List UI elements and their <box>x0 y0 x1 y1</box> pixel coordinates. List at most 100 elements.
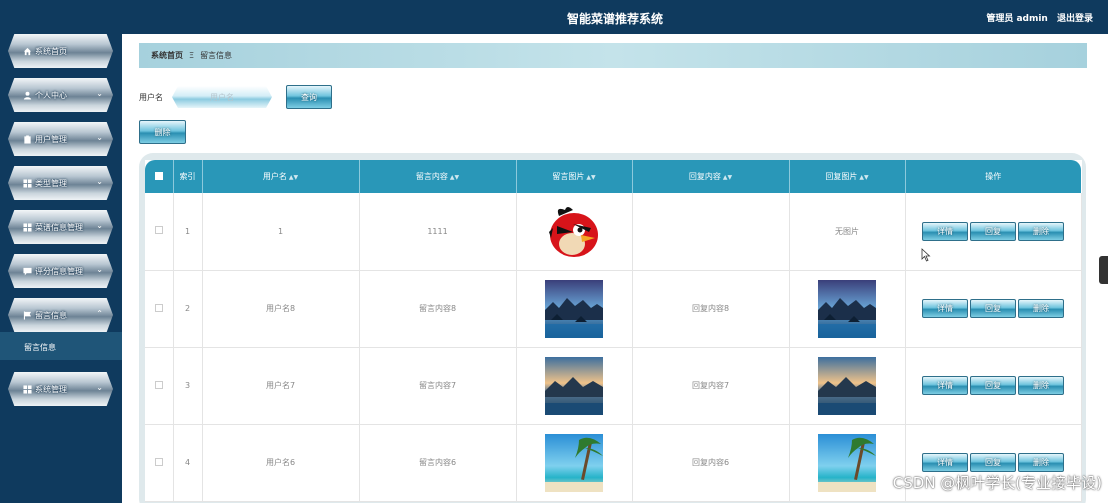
sidebar-item-home[interactable]: 系统首页 <box>8 34 113 68</box>
angry-bird-image[interactable] <box>545 202 603 261</box>
reply-cell: 回复内容8 <box>632 270 790 348</box>
sidebar-item-users[interactable]: 用户管理 ⌄ <box>8 122 113 156</box>
reply-cell: 回复内容6 <box>632 424 790 502</box>
column-header-index: 索引 <box>173 160 203 193</box>
chevron-down-icon: ⌄ <box>96 133 103 142</box>
username-cell: 1 <box>202 193 360 271</box>
reply-image-cell <box>789 270 906 348</box>
lake-image[interactable] <box>545 279 603 338</box>
row-checkbox[interactable] <box>154 457 163 466</box>
index-cell: 3 <box>173 347 203 425</box>
sort-icon[interactable]: ▲▼ <box>723 174 732 181</box>
index-cell: 4 <box>173 424 203 502</box>
batch-delete-button[interactable]: 删除 <box>139 120 186 144</box>
sunset-image[interactable] <box>545 356 603 415</box>
sort-icon[interactable]: ▲▼ <box>450 174 459 181</box>
side-panel-toggle[interactable] <box>1099 256 1108 284</box>
row-checkbox[interactable] <box>154 380 163 389</box>
reply-button[interactable]: 回复 <box>970 453 1016 472</box>
reply-button[interactable]: 回复 <box>970 221 1016 241</box>
table-row: 2 用户名8 留言内容8 回复内容8 详情 回复 删除 <box>145 270 1082 348</box>
chevron-down-icon: ⌄ <box>96 221 103 230</box>
column-header-content[interactable]: 留言内容 ▲▼ <box>359 160 517 193</box>
table-row: 3 用户名7 留言内容7 回复内容7 详情 回复 删除 <box>145 347 1082 425</box>
flag-icon <box>22 310 32 320</box>
sidebar-item-label: 类型管理 <box>35 178 67 188</box>
column-header-image[interactable]: 留言图片 ▲▼ <box>516 160 633 193</box>
select-all-cell <box>145 160 174 193</box>
row-checkbox[interactable] <box>154 226 163 235</box>
detail-button[interactable]: 详情 <box>922 221 968 241</box>
column-header-label: 回复内容 <box>688 172 721 181</box>
sidebar-item-profile[interactable]: 个人中心 ⌄ <box>8 78 113 112</box>
sidebar-subitem-messages[interactable]: 留言信息 <box>0 332 122 360</box>
sidebar-item-label: 用户管理 <box>35 134 67 144</box>
grid-icon <box>22 384 32 394</box>
breadcrumb-home[interactable]: 系统首页 <box>151 50 183 61</box>
top-header: 智能菜谱推荐系统 管理员 admin 退出登录 <box>122 0 1108 34</box>
search-label: 用户名 <box>139 93 163 102</box>
sidebar-item-recipes[interactable]: 菜谱信息管理 ⌄ <box>8 210 113 244</box>
sidebar-item-ratings[interactable]: 评分信息管理 ⌄ <box>8 254 113 288</box>
sunset-image[interactable] <box>818 356 876 415</box>
username-cell: 用户名8 <box>202 270 360 348</box>
logout-link[interactable]: 退出登录 <box>1057 14 1093 24</box>
detail-button[interactable]: 详情 <box>922 453 968 472</box>
row-checkbox[interactable] <box>154 303 163 312</box>
breadcrumb: 系统首页 Ξ 留言信息 <box>139 43 1087 68</box>
sort-icon[interactable]: ▲▼ <box>289 174 298 181</box>
sidebar-item-system[interactable]: 系统管理 ⌄ <box>8 372 113 406</box>
table-row: 1 1 1111 无图片 详情 回复 删除 <box>145 193 1082 271</box>
select-all-checkbox[interactable] <box>154 171 163 180</box>
actions-cell: 详情 回复 删除 <box>905 270 1082 348</box>
delete-button[interactable]: 删除 <box>1018 299 1064 318</box>
column-header-username[interactable]: 用户名 ▲▼ <box>202 160 360 193</box>
detail-button[interactable]: 详情 <box>922 299 968 318</box>
row-checkbox-cell <box>145 347 174 425</box>
sort-icon[interactable]: ▲▼ <box>586 174 595 181</box>
reply-image-cell <box>789 347 906 425</box>
delete-button[interactable]: 删除 <box>1018 221 1064 241</box>
column-header-label: 留言内容 <box>415 172 448 181</box>
row-checkbox-cell <box>145 270 174 348</box>
sidebar-item-label: 系统管理 <box>35 384 67 394</box>
actions-cell: 详情 回复 删除 <box>905 347 1082 425</box>
image-cell <box>516 347 633 425</box>
sidebar-item-label: 评分信息管理 <box>35 266 83 276</box>
column-header-label: 回复图片 <box>825 172 858 181</box>
index-cell: 2 <box>173 270 203 348</box>
reply-button[interactable]: 回复 <box>970 376 1016 395</box>
sidebar-item-types[interactable]: 类型管理 ⌄ <box>8 166 113 200</box>
query-button[interactable]: 查询 <box>286 85 332 109</box>
sidebar-item-label: 个人中心 <box>35 90 67 100</box>
reply-button[interactable]: 回复 <box>970 299 1016 318</box>
chevron-down-icon: ⌄ <box>96 177 103 186</box>
breadcrumb-current: 留言信息 <box>200 51 233 60</box>
username-cell: 用户名7 <box>202 347 360 425</box>
content-cell: 留言内容8 <box>359 270 517 348</box>
beach-image[interactable] <box>545 433 603 492</box>
user-name: 管理员 admin <box>986 14 1048 24</box>
delete-button[interactable]: 删除 <box>1018 453 1064 472</box>
sort-icon[interactable]: ▲▼ <box>859 174 868 181</box>
grid-icon <box>22 178 32 188</box>
sidebar-item-label: 菜谱信息管理 <box>35 222 83 232</box>
column-header-label: 用户名 <box>262 172 287 181</box>
delete-button[interactable]: 删除 <box>1018 376 1064 395</box>
table-header-row: 索引 用户名 ▲▼ 留言内容 ▲▼ 留言图片 ▲▼ 回复内容 ▲▼ 回复图片 ▲▼ 操作 <box>145 160 1081 193</box>
column-header-reply[interactable]: 回复内容 ▲▼ <box>632 160 790 193</box>
beach-image[interactable] <box>818 433 876 492</box>
row-checkbox-cell <box>145 193 174 271</box>
column-header-actions: 操作 <box>905 160 1081 193</box>
username-search-input[interactable] <box>172 86 272 108</box>
sidebar-item-messages[interactable]: 留言信息 ⌃ <box>8 298 113 332</box>
csdn-watermark: CSDN @枫叶学长(专业接毕设) <box>892 474 1102 492</box>
grid-icon <box>22 222 32 232</box>
column-header-reply-image[interactable]: 回复图片 ▲▼ <box>789 160 906 193</box>
app-title: 智能菜谱推荐系统 <box>566 12 663 26</box>
lake-image[interactable] <box>818 279 876 338</box>
user-info: 管理员 admin 退出登录 <box>986 11 1093 24</box>
sidebar-item-label: 留言信息 <box>35 310 67 320</box>
detail-button[interactable]: 详情 <box>922 376 968 395</box>
content-cell: 留言内容6 <box>359 424 517 502</box>
